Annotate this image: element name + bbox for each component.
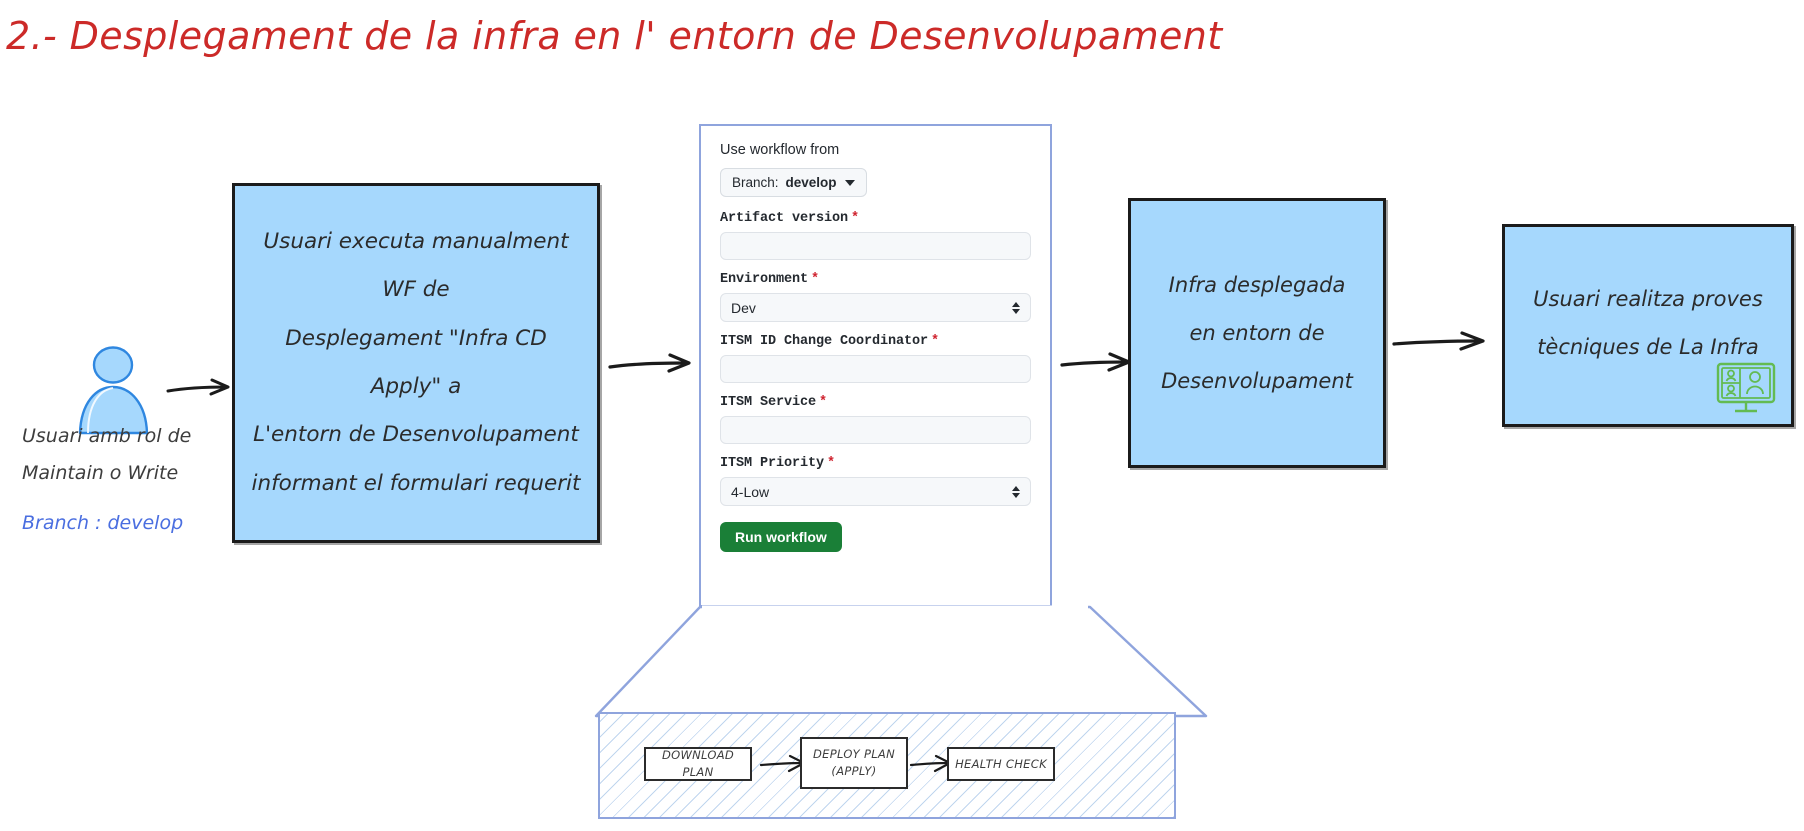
required-asterisk: * bbox=[827, 456, 836, 471]
required-asterisk: * bbox=[811, 272, 820, 287]
field-itsm-priority-label: ITSM Priority * bbox=[720, 456, 1031, 471]
required-asterisk: * bbox=[931, 334, 940, 349]
arrow-execute-to-form bbox=[608, 352, 694, 380]
arrow-infra-to-tests bbox=[1392, 330, 1488, 358]
field-itsm-id-change-coordinator: ITSM ID Change Coordinator * bbox=[720, 334, 1031, 383]
step-deploy-line1: DEPLOY PLAN bbox=[813, 747, 895, 762]
box-user-executes-workflow: Usuari executa manualment WF de Desplega… bbox=[232, 183, 600, 543]
box-infra-deployed: Infra desplegada en entorn de Desenvolup… bbox=[1128, 198, 1386, 468]
box-infra-line3: Desenvolupament bbox=[1161, 369, 1353, 394]
arrow-form-to-infra bbox=[1060, 352, 1132, 380]
itsm-service-input[interactable] bbox=[720, 416, 1031, 444]
box-execute-text: Usuari executa manualment WF de Desplega… bbox=[235, 218, 597, 508]
github-run-workflow-panel: Use workflow from Branch: develop Artifa… bbox=[699, 124, 1052, 607]
use-workflow-from-label: Use workflow from bbox=[720, 142, 840, 158]
field-artifact-version: Artifact version * bbox=[720, 211, 1031, 260]
callout-expander bbox=[590, 604, 1210, 722]
video-conference-monitor-icon bbox=[1715, 362, 1777, 416]
step-deploy-plan-label: DEPLOY PLAN (APPLY) bbox=[813, 746, 895, 779]
run-workflow-button[interactable]: Run workflow bbox=[720, 522, 842, 552]
box-execute-line1: Usuari executa manualment WF de bbox=[263, 228, 569, 303]
field-itsm-service-label: ITSM Service * bbox=[720, 395, 1031, 410]
environment-select[interactable]: Dev bbox=[720, 293, 1031, 322]
itsm-id-change-coordinator-input[interactable] bbox=[720, 355, 1031, 383]
box-execute-line4: informant el formulari requerit bbox=[251, 470, 581, 496]
chevron-down-icon bbox=[844, 179, 855, 186]
field-itsm-id-label-text: ITSM ID Change Coordinator bbox=[720, 334, 929, 349]
box-proves-line2: tècniques de La Infra bbox=[1537, 335, 1759, 360]
itsm-priority-select[interactable]: 4-Low bbox=[720, 477, 1031, 506]
arrow-deploy-to-health bbox=[909, 754, 952, 776]
box-proves-line1: Usuari realitza proves bbox=[1533, 287, 1763, 311]
box-proves-text: Usuari realitza proves tècniques de La I… bbox=[1517, 275, 1779, 372]
branch-prefix-label: Branch: bbox=[732, 175, 779, 190]
step-deploy-plan-apply: DEPLOY PLAN (APPLY) bbox=[800, 737, 908, 789]
select-updown-icon bbox=[1012, 301, 1020, 314]
diagram-canvas: 2.- Desplegament de la infra en l' entor… bbox=[0, 0, 1804, 831]
step-health-check: HEALTH CHECK bbox=[947, 747, 1055, 781]
field-itsm-priority-label-text: ITSM Priority bbox=[720, 456, 825, 471]
box-execute-line2: Desplegament "Infra CD Apply" a bbox=[285, 325, 547, 399]
field-itsm-service-label-text: ITSM Service bbox=[720, 395, 817, 410]
field-environment-label: Environment * bbox=[720, 272, 1031, 287]
step-health-check-label: HEALTH CHECK bbox=[955, 756, 1047, 771]
field-artifact-version-label: Artifact version * bbox=[720, 211, 1031, 226]
box-execute-line3: L'entorn de Desenvolupament bbox=[253, 422, 579, 448]
select-updown-icon bbox=[1012, 485, 1020, 498]
branch-value-label: develop bbox=[785, 175, 837, 190]
field-environment-label-text: Environment bbox=[720, 272, 809, 287]
step-deploy-line2: (APPLY) bbox=[831, 764, 877, 778]
box-infra-line2: en entorn de bbox=[1189, 320, 1325, 345]
actor-role-line1: Usuari amb rol de bbox=[22, 425, 192, 447]
field-itsm-id-label: ITSM ID Change Coordinator * bbox=[720, 334, 1031, 349]
field-itsm-priority: ITSM Priority * 4-Low bbox=[720, 456, 1031, 506]
field-artifact-version-label-text: Artifact version bbox=[720, 211, 849, 226]
workflow-steps-detail-panel: DOWNLOAD PLAN DEPLOY PLAN (APPLY) HEALTH … bbox=[598, 712, 1176, 819]
step-download-plan: DOWNLOAD PLAN bbox=[644, 747, 752, 781]
branch-selector-button[interactable]: Branch: develop bbox=[720, 168, 867, 197]
actor-role-line2: Maintain o Write bbox=[22, 462, 179, 484]
box-user-performs-tests: Usuari realitza proves tècniques de La I… bbox=[1502, 224, 1794, 427]
actor-user-icon bbox=[58, 345, 168, 435]
itsm-priority-select-value: 4-Low bbox=[731, 483, 770, 500]
artifact-version-input[interactable] bbox=[720, 232, 1031, 260]
required-asterisk: * bbox=[851, 211, 860, 226]
actor-branch-note: Branch : develop bbox=[22, 512, 184, 534]
field-environment: Environment * Dev bbox=[720, 272, 1031, 322]
field-itsm-service: ITSM Service * bbox=[720, 395, 1031, 444]
box-infra-line1: Infra desplegada bbox=[1168, 272, 1346, 297]
required-asterisk: * bbox=[819, 395, 828, 410]
step-download-plan-label: DOWNLOAD PLAN bbox=[661, 748, 735, 779]
box-infra-text: Infra desplegada en entorn de Desenvolup… bbox=[1145, 261, 1369, 406]
environment-select-value: Dev bbox=[731, 299, 756, 316]
page-title: 2.- Desplegament de la infra en l' entor… bbox=[6, 14, 1223, 58]
arrow-actor-to-execute bbox=[166, 375, 232, 403]
